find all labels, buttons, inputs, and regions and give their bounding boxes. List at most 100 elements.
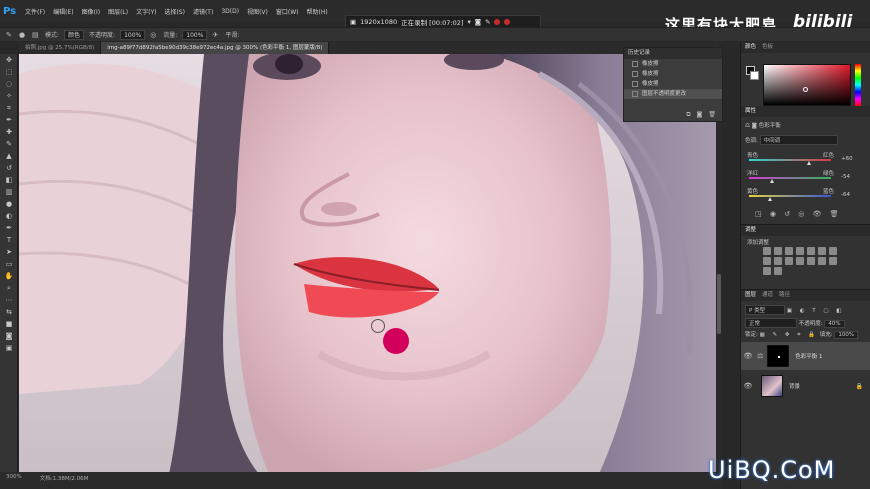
pause-record-icon[interactable] [494, 19, 501, 25]
selective-color-icon[interactable] [763, 267, 771, 275]
camera-icon[interactable]: ◙ [475, 18, 481, 26]
magenta-green-knob[interactable] [769, 179, 774, 183]
vibrance-icon[interactable] [807, 247, 815, 255]
pen-icon[interactable]: ✎ [485, 18, 490, 26]
tab-paths[interactable]: 路径 [779, 290, 790, 301]
color-balance-icon[interactable] [829, 247, 837, 255]
type-tool-icon[interactable]: T [0, 234, 18, 246]
eyedropper-tool-icon[interactable]: ✒ [0, 114, 18, 126]
layer-mask-thumbnail[interactable] [767, 345, 790, 367]
brush-preset-icon[interactable]: ● [19, 31, 27, 39]
scrollbar-thumb[interactable] [717, 274, 721, 334]
hue-saturation-icon[interactable] [818, 247, 826, 255]
pressure-opacity-icon[interactable]: ◎ [150, 31, 158, 39]
menu-edit[interactable]: 编辑(E) [49, 7, 77, 16]
tab-swatches[interactable]: 色板 [762, 42, 773, 53]
layer-thumbnail[interactable] [761, 375, 783, 397]
background-swatch[interactable] [750, 71, 759, 80]
visibility-eye-icon[interactable]: 👁 [741, 382, 755, 390]
cyan-red-slider[interactable] [749, 159, 831, 161]
history-item[interactable]: 橡皮擦 [624, 79, 722, 89]
cyan-red-knob[interactable] [806, 161, 811, 165]
lasso-tool-icon[interactable]: ◌ [0, 78, 18, 90]
dropdown-icon[interactable]: ▾ [467, 18, 470, 26]
brightness-icon[interactable] [763, 247, 771, 255]
path-select-tool-icon[interactable]: ➤ [0, 246, 18, 258]
foreground-color-icon[interactable]: ■ [0, 318, 18, 330]
brush-tool-icon[interactable]: ✎ [0, 138, 18, 150]
eraser-tool-icon[interactable]: ◧ [0, 174, 18, 186]
menu-help[interactable]: 帮助(H) [303, 7, 332, 16]
tab-channels[interactable]: 通道 [762, 290, 773, 301]
zoom-tool-icon[interactable]: ⌕ [0, 282, 18, 294]
layer-row[interactable]: 👁 背景 🔒 [741, 372, 870, 400]
menu-select[interactable]: 选择(S) [160, 7, 189, 16]
tab-color[interactable]: 颜色 [745, 42, 756, 53]
color-lookup-icon[interactable] [796, 257, 804, 265]
tab-layers[interactable]: 图层 [745, 290, 756, 301]
color-picker-field[interactable] [763, 64, 851, 106]
menu-image[interactable]: 图像(I) [78, 7, 104, 16]
history-item[interactable]: 橡皮擦 [624, 69, 722, 79]
stop-record-icon[interactable] [504, 19, 511, 25]
screen-mode-icon[interactable]: ▣ [0, 342, 18, 354]
move-tool-icon[interactable]: ✥ [0, 54, 18, 66]
marquee-tool-icon[interactable]: ⬚ [0, 66, 18, 78]
magenta-green-slider[interactable] [749, 177, 831, 179]
layer-name[interactable]: 色彩平衡 1 [795, 352, 822, 360]
crop-tool-icon[interactable]: ⌗ [0, 102, 18, 114]
threshold-icon[interactable] [829, 257, 837, 265]
tab-active-document[interactable]: img-a89f77d892fa5be90d39c38e972ec4a.jpg … [101, 42, 330, 54]
gradient-tool-icon[interactable]: ▥ [0, 186, 18, 198]
healing-brush-tool-icon[interactable]: ✚ [0, 126, 18, 138]
menu-window[interactable]: 窗口(W) [272, 7, 303, 16]
photo-filter-icon[interactable] [774, 257, 782, 265]
pen-tool-icon[interactable]: ✒ [0, 222, 18, 234]
blend-mode-select[interactable]: 正常 [745, 318, 797, 328]
document-canvas[interactable] [19, 54, 716, 474]
curves-icon[interactable] [785, 247, 793, 255]
trash-icon[interactable]: 🗑 [708, 111, 716, 121]
dodge-tool-icon[interactable]: ◐ [0, 210, 18, 222]
brush-panel-icon[interactable]: ▤ [32, 31, 40, 39]
new-snapshot-icon[interactable]: ◙ [697, 111, 703, 121]
levels-icon[interactable] [774, 247, 782, 255]
yellow-blue-knob[interactable] [767, 197, 772, 201]
history-item[interactable]: 橡皮擦 [624, 59, 722, 69]
stamp-tool-icon[interactable]: ▲ [0, 150, 18, 162]
flow-input[interactable]: 100% [182, 29, 208, 40]
properties-footer-icons[interactable]: ◳ ◉ ↺ ◎ 👁 🗑 [755, 210, 842, 218]
black-white-icon[interactable] [763, 257, 771, 265]
fill-input[interactable]: 100% [834, 331, 859, 339]
filter-icons[interactable]: ▣ ◐ T ▢ ◧ [787, 308, 845, 314]
magenta-green-value[interactable]: -54 [841, 174, 850, 180]
menu-3d[interactable]: 3D(D) [217, 8, 243, 15]
history-brush-tool-icon[interactable]: ↺ [0, 162, 18, 174]
mode-select[interactable]: 颜色 [64, 29, 85, 40]
menu-layer[interactable]: 图层(L) [104, 7, 132, 16]
blur-tool-icon[interactable]: ● [0, 198, 18, 210]
brush-tool-icon[interactable]: ✎ [6, 31, 14, 39]
history-item-active[interactable]: 图层不透明度更改 [624, 89, 722, 99]
hand-tool-icon[interactable]: ✋ [0, 270, 18, 282]
channel-mixer-icon[interactable] [785, 257, 793, 265]
gradient-map-icon[interactable] [774, 267, 782, 275]
yellow-blue-value[interactable]: -64 [841, 192, 850, 198]
yellow-blue-slider[interactable] [749, 195, 831, 197]
posterize-icon[interactable] [818, 257, 826, 265]
menu-type[interactable]: 文字(Y) [132, 7, 160, 16]
layer-name[interactable]: 背景 [789, 382, 800, 390]
airbrush-icon[interactable]: ✈ [212, 31, 220, 39]
swap-colors-icon[interactable]: ⇆ [0, 306, 18, 318]
shape-tool-icon[interactable]: ▭ [0, 258, 18, 270]
invert-icon[interactable] [807, 257, 815, 265]
opacity-input[interactable]: 100% [120, 29, 146, 40]
menu-filter[interactable]: 滤镜(T) [189, 7, 217, 16]
layer-opacity-input[interactable]: 40% [824, 320, 845, 328]
cyan-red-value[interactable]: +60 [841, 156, 853, 162]
menu-file[interactable]: 文件(F) [21, 7, 49, 16]
tab-photo[interactable]: 拍照.jpg @ 25.7%(RGB/8) [19, 42, 102, 54]
layer-kind-filter[interactable]: P 类型 [745, 305, 785, 315]
layer-row[interactable]: 👁 ⚖ 色彩平衡 1 [741, 342, 870, 370]
new-document-from-state-icon[interactable]: ⧉ [686, 111, 690, 121]
